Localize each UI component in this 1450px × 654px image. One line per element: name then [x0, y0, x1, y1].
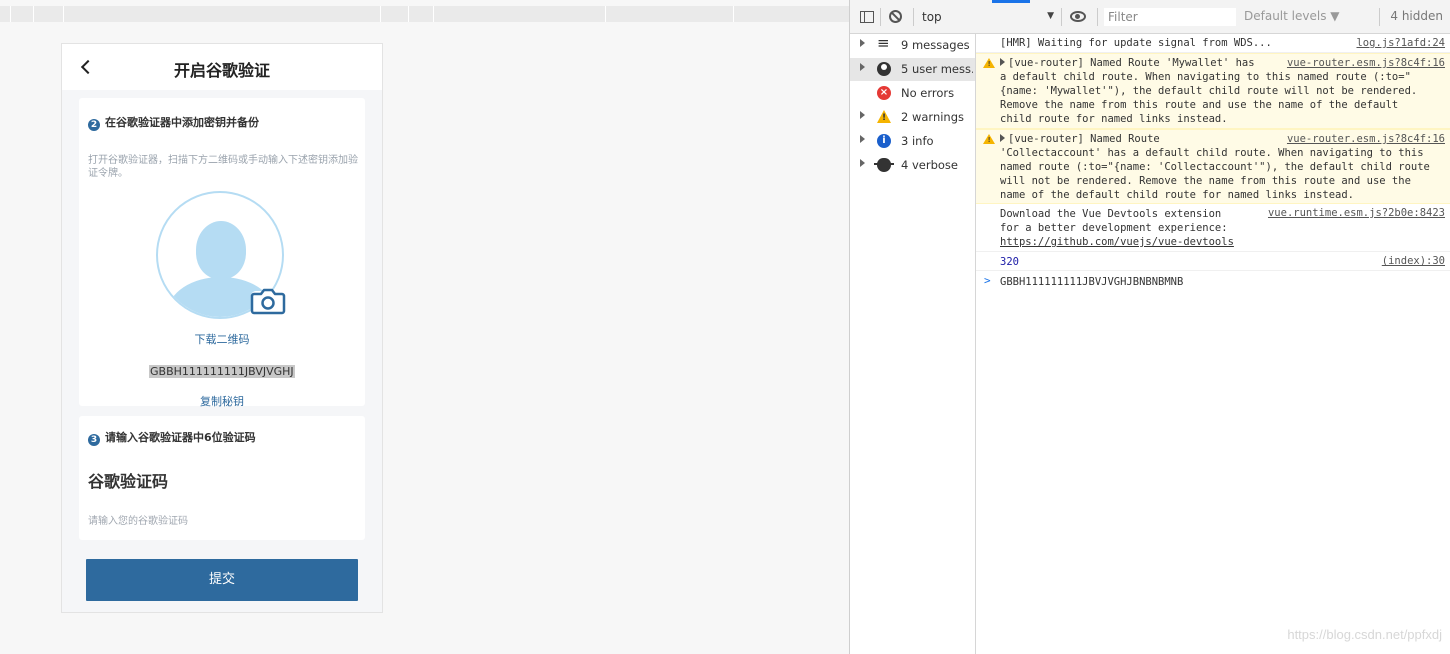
log-line: {name: 'Mywallet'"), the default child r…: [1000, 85, 1418, 97]
warning-entry: [vue-router] Named Route 'Collectaccount…: [976, 129, 1450, 204]
console-prompt-input[interactable]: GBBH111111111JBVJVGHJBNBNBMNB: [1000, 275, 1183, 289]
sidebar-item-label: 5 user mess...: [901, 62, 973, 76]
device-ruler: [0, 6, 849, 22]
sidebar-item-label: 3 info: [901, 134, 934, 148]
step-number-badge: 3: [88, 434, 100, 446]
submit-button[interactable]: 提交: [86, 559, 358, 601]
step-two-card: 2 在谷歌验证器中添加密钥并备份 打开谷歌验证器，扫描下方二维码或手动输入下述密钥…: [79, 98, 365, 409]
step-three-label: 请输入谷歌验证器中6位验证码: [105, 431, 256, 444]
mobile-page: 开启谷歌验证 2 在谷歌验证器中添加密钥并备份 打开谷歌验证器，扫描下方二维码或手…: [61, 43, 383, 613]
warning-icon: [983, 134, 995, 144]
warning-icon: [983, 58, 995, 68]
context-select[interactable]: top ▼: [920, 9, 1054, 26]
toolbar-divider: [880, 8, 881, 26]
log-entry: [HMR] Waiting for update signal from WDS…: [976, 34, 1450, 53]
log-line: will not be rendered. Remove the name fr…: [1000, 175, 1411, 187]
expand-arrow-icon: [860, 135, 865, 143]
sidebar-item-messages[interactable]: 9 messages: [850, 34, 975, 57]
sidebar-item-verbose[interactable]: 4 verbose: [850, 154, 975, 177]
prompt-arrow-icon: >: [984, 274, 991, 287]
sidebar-item-label: 9 messages: [901, 38, 970, 52]
devtools-panel: top ▼ Default levels ▼ 4 hidden 9 messag…: [849, 0, 1450, 654]
sidebar-item-label: No errors: [901, 86, 955, 100]
error-icon: ×: [877, 86, 891, 100]
log-source-link[interactable]: vue-router.esm.js?8c4f:16: [1286, 57, 1445, 69]
expand-arrow-icon: [860, 159, 865, 167]
sidebar-item-user-messages[interactable]: 5 user mess...: [850, 58, 975, 81]
step-three-title: 3 请输入谷歌验证器中6位验证码: [88, 429, 256, 446]
secret-key-text[interactable]: GBBH111111111JBVJVGHJ: [149, 365, 295, 378]
console-sidebar: 9 messages 5 user mess... × No errors 2 …: [850, 34, 976, 654]
instructions-text: 打开谷歌验证器，扫描下方二维码或手动输入下述密钥添加验证令牌。: [88, 155, 358, 179]
log-source-link[interactable]: log.js?1afd:24: [1356, 37, 1445, 49]
devtools-link[interactable]: https://github.com/vuejs/vue-devtools: [1000, 236, 1234, 248]
log-line: named route (:to="{name: 'Collectaccount…: [1000, 161, 1430, 173]
expand-arrow-icon[interactable]: [1000, 58, 1005, 66]
live-expression-eye-icon[interactable]: [1070, 11, 1086, 22]
step-two-title: 2 在谷歌验证器中添加密钥并备份: [88, 114, 259, 131]
log-entry: Download the Vue Devtools extension for …: [976, 204, 1450, 252]
sidebar-item-errors[interactable]: × No errors: [850, 82, 975, 105]
log-message: [HMR] Waiting for update signal from WDS…: [1000, 37, 1272, 49]
step-number-badge: 2: [88, 119, 100, 131]
log-line: Download the Vue Devtools extension: [1000, 208, 1222, 220]
watermark: https://blog.csdn.net/ppfxdj: [1287, 627, 1442, 642]
console-log: [HMR] Waiting for update signal from WDS…: [976, 34, 1450, 654]
warning-entry: [vue-router] Named Route 'Mywallet' has …: [976, 53, 1450, 129]
step-three-card: 3 请输入谷歌验证器中6位验证码 谷歌验证码: [79, 416, 365, 540]
log-line: a default child route. When navigating t…: [1000, 71, 1411, 83]
camera-icon[interactable]: [250, 285, 286, 315]
log-line: Remove the name from this route and use …: [1000, 99, 1399, 111]
log-line: [vue-router] Named Route: [1008, 133, 1160, 145]
sidebar-item-warnings[interactable]: 2 warnings: [850, 106, 975, 129]
log-message: Download the Vue Devtools extension for …: [1000, 207, 1234, 249]
step-two-label: 在谷歌验证器中添加密钥并备份: [105, 116, 259, 129]
clear-console-icon[interactable]: [889, 10, 902, 23]
avatar-head: [196, 221, 246, 279]
download-qr-link[interactable]: 下载二维码: [79, 331, 365, 347]
dropdown-arrow-icon: ▼: [1047, 11, 1054, 21]
toolbar-divider: [1061, 8, 1062, 26]
log-levels-select[interactable]: Default levels ▼: [1244, 9, 1340, 23]
log-source-link[interactable]: (index):30: [1382, 255, 1445, 267]
expand-arrow-icon: [860, 63, 865, 71]
active-tab-indicator: [992, 0, 1030, 3]
console-toolbar: top ▼ Default levels ▼ 4 hidden: [850, 0, 1450, 34]
log-line: name of the default child route for name…: [1000, 189, 1355, 201]
page-title: 开启谷歌验证: [173, 61, 270, 80]
toolbar-divider: [1379, 8, 1380, 26]
log-line: child route for named links instead.: [1000, 113, 1228, 125]
log-source-link[interactable]: vue.runtime.esm.js?2b0e:8423: [1268, 207, 1445, 219]
bug-icon: [874, 158, 894, 172]
log-line: [vue-router] Named Route 'Mywallet' has: [1008, 57, 1255, 69]
copy-key-link[interactable]: 复制秘钥: [79, 393, 365, 409]
qr-placeholder-avatar: [156, 191, 288, 319]
sidebar-item-label: 2 warnings: [901, 110, 965, 124]
log-entry: 320 (index):30: [976, 252, 1450, 271]
log-line: for a better development experience:: [1000, 222, 1228, 234]
context-value: top: [922, 10, 942, 24]
sidebar-item-label: 4 verbose: [901, 158, 958, 172]
info-icon: i: [877, 134, 891, 148]
verification-code-input[interactable]: [88, 512, 356, 530]
toolbar-divider: [1097, 8, 1098, 26]
filter-input[interactable]: [1104, 8, 1236, 26]
sidebar-item-info[interactable]: i 3 info: [850, 130, 975, 153]
code-label: 谷歌验证码: [88, 472, 169, 491]
page-viewport: 开启谷歌验证 2 在谷歌验证器中添加密钥并备份 打开谷歌验证器，扫描下方二维码或手…: [0, 0, 849, 654]
page-header: 开启谷歌验证: [62, 44, 382, 90]
expand-arrow-icon: [860, 39, 865, 47]
list-icon: [877, 34, 891, 52]
expand-arrow-icon: [860, 111, 865, 119]
warning-icon: [877, 110, 891, 123]
toolbar-divider: [913, 8, 914, 26]
hidden-count: 4 hidden: [1390, 9, 1443, 23]
log-source-link[interactable]: vue-router.esm.js?8c4f:16: [1286, 133, 1445, 145]
sidebar-toggle-icon[interactable]: [860, 11, 874, 23]
expand-arrow-icon[interactable]: [1000, 134, 1005, 142]
log-number-value: 320: [1000, 256, 1019, 268]
log-line: 'Collectaccount' has a default child rou…: [1000, 147, 1424, 159]
user-icon: [877, 62, 891, 76]
